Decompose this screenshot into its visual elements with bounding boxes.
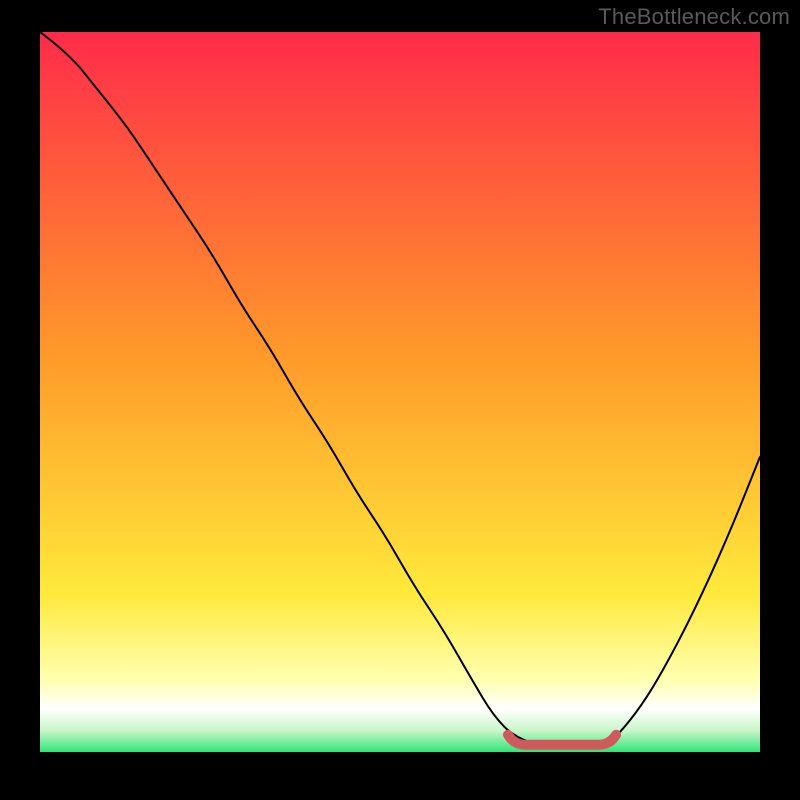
chart-svg <box>40 32 760 752</box>
gradient-background <box>40 32 760 752</box>
plot-area <box>40 32 760 752</box>
watermark-text: TheBottleneck.com <box>598 4 790 30</box>
chart-stage: TheBottleneck.com <box>0 0 800 800</box>
